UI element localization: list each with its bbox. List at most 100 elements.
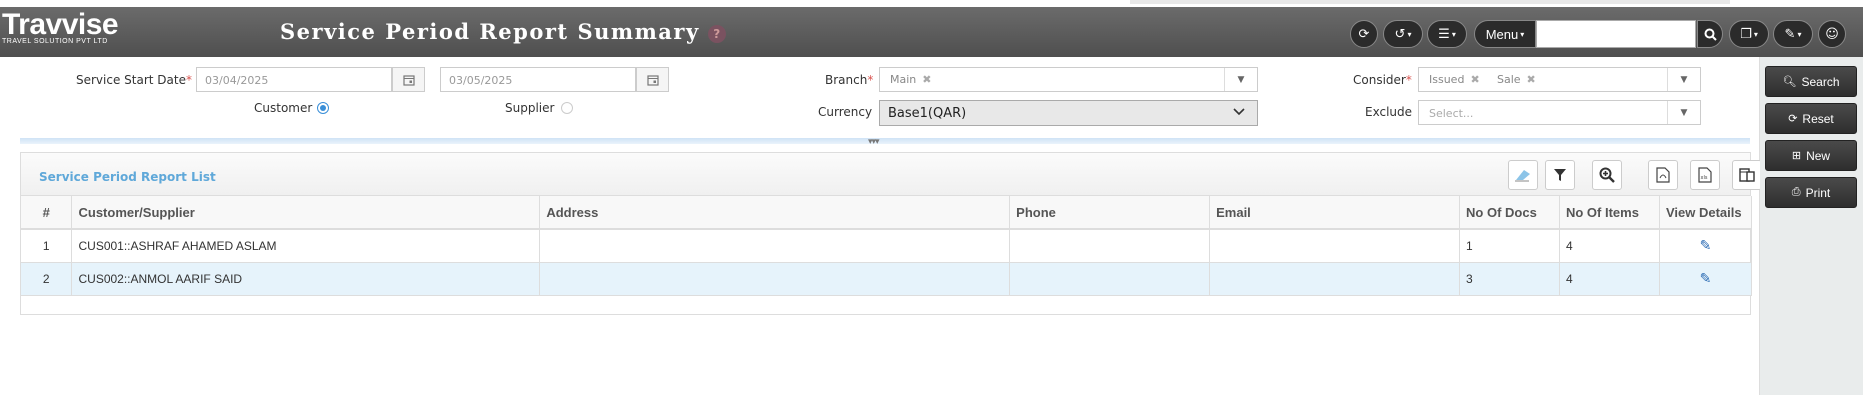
- consider-label-text: Consider: [1353, 73, 1406, 87]
- filter-icon[interactable]: [1545, 160, 1575, 190]
- column-header[interactable]: #: [21, 196, 73, 230]
- report-list-panel: Service Period Report List xls # Custome…: [20, 152, 1762, 315]
- currency-value: Base1(QAR): [888, 106, 967, 121]
- date-from-input[interactable]: 03/04/2025: [196, 67, 392, 92]
- menu-button[interactable]: Menu ▾: [1474, 20, 1536, 48]
- search-button[interactable]: 🔍︎ Search: [1765, 66, 1857, 97]
- help-icon[interactable]: ?: [707, 24, 726, 43]
- service-start-date-label: Service Start Date* ▾: [76, 73, 200, 87]
- theme-dropdown-button[interactable]: ✎ ▾: [1773, 20, 1813, 48]
- items-cell: 4: [1559, 262, 1660, 296]
- supplier-radio[interactable]: [561, 102, 573, 114]
- chevron-down-icon: ▾: [1753, 29, 1758, 39]
- phone-cell: [1009, 262, 1211, 296]
- refresh-icon: ⟳: [1788, 113, 1798, 125]
- clear-filter-icon[interactable]: [1508, 160, 1538, 190]
- address-cell: [539, 262, 1011, 296]
- panel-title: Service Period Report List: [39, 170, 216, 184]
- table-row[interactable]: 1 CUS001::ASHRAF AHAMED ASLAM 1 4 ✎: [21, 229, 1753, 263]
- chevron-down-icon: ▾: [1407, 29, 1412, 39]
- view-details-cell: ✎: [1659, 262, 1753, 296]
- branch-chip[interactable]: Main ✖: [890, 73, 931, 86]
- column-header[interactable]: Customer/Supplier: [71, 196, 541, 230]
- zoom-in-icon[interactable]: [1592, 160, 1622, 190]
- collapse-filters-icon[interactable]: ▾▾▾: [868, 137, 880, 147]
- close-icon[interactable]: ✖: [1470, 73, 1479, 86]
- refresh-icon[interactable]: ⟳: [1350, 20, 1378, 48]
- customer-label: Customer: [254, 101, 313, 115]
- column-header[interactable]: View Details: [1659, 196, 1753, 230]
- consider-chip-label: Issued: [1429, 73, 1465, 86]
- branch-label: Branch*: [825, 73, 873, 87]
- exclude-label: Exclude: [1365, 105, 1413, 119]
- documents-icon: ❐: [1740, 26, 1752, 42]
- column-header[interactable]: Address: [539, 196, 1011, 230]
- table-header-row: # Customer/Supplier Address Phone Email …: [21, 196, 1753, 230]
- svg-text:xls: xls: [1701, 175, 1708, 181]
- app-header: Travvise TRAVEL SOLUTION PVT LTD Service…: [0, 7, 1863, 57]
- column-chooser-icon[interactable]: [1732, 160, 1762, 190]
- search-icon[interactable]: [1697, 20, 1723, 48]
- column-header[interactable]: No Of Items: [1559, 196, 1660, 230]
- table-row[interactable]: 2 CUS002::ANMOL AARIF SAID 3 4 ✎: [21, 262, 1753, 296]
- email-cell: [1209, 229, 1461, 263]
- consider-chip-sale[interactable]: Sale ✖: [1497, 73, 1536, 86]
- pdf-icon[interactable]: [1648, 160, 1678, 190]
- customer-radio[interactable]: [317, 102, 329, 114]
- edit-icon[interactable]: ✎: [1700, 270, 1712, 286]
- logo[interactable]: Travvise TRAVEL SOLUTION PVT LTD: [2, 8, 119, 46]
- date-to-input[interactable]: 03/05/2025: [440, 67, 636, 92]
- top-bar: [1130, 0, 1730, 4]
- email-cell: [1209, 262, 1461, 296]
- consider-chip-issued[interactable]: Issued ✖: [1429, 73, 1480, 86]
- close-icon[interactable]: ✖: [922, 73, 931, 86]
- exclude-placeholder: Select...: [1429, 107, 1474, 120]
- documents-dropdown-button[interactable]: ❐ ▾: [1729, 20, 1769, 48]
- logo-name: Travvise: [2, 8, 119, 41]
- page-title: Service Period Report Summary?: [280, 19, 726, 44]
- supplier-label: Supplier: [505, 101, 555, 115]
- user-icon[interactable]: ☺: [1818, 20, 1846, 48]
- consider-chip-label: Sale: [1497, 73, 1521, 86]
- column-header[interactable]: No Of Docs: [1459, 196, 1560, 230]
- party-cell: CUS002::ANMOL AARIF SAID: [71, 262, 541, 296]
- print-button[interactable]: ⎙ Print: [1765, 177, 1857, 208]
- required-marker: *: [185, 73, 192, 87]
- chevron-down-icon[interactable]: ▼: [1224, 68, 1257, 91]
- new-button[interactable]: ⊞ New: [1765, 140, 1857, 171]
- calendar-icon[interactable]: [636, 67, 669, 92]
- print-button-label: Print: [1805, 185, 1831, 200]
- chevron-down-icon[interactable]: ▼: [1667, 68, 1700, 91]
- branch-select[interactable]: Main ✖ ▼: [879, 67, 1258, 92]
- logo-tagline: TRAVEL SOLUTION PVT LTD: [2, 38, 108, 45]
- exclude-select[interactable]: Select... ▼: [1418, 100, 1701, 125]
- excel-icon[interactable]: xls: [1690, 160, 1720, 190]
- header-search-input[interactable]: [1536, 20, 1696, 48]
- phone-cell: [1009, 229, 1211, 263]
- menu-label: Menu: [1485, 26, 1519, 42]
- edit-icon[interactable]: ✎: [1700, 237, 1712, 253]
- brush-icon: ✎: [1784, 26, 1796, 42]
- currency-select[interactable]: Base1(QAR): [879, 100, 1258, 126]
- filter-divider: [20, 138, 1750, 144]
- chevron-down-icon: ▾: [1797, 29, 1802, 39]
- list-dropdown-button[interactable]: ☰ ▾: [1427, 20, 1467, 48]
- consider-select[interactable]: Issued ✖ Sale ✖ ▼: [1418, 67, 1701, 92]
- currency-label: Currency: [818, 105, 873, 119]
- column-header[interactable]: Email: [1209, 196, 1461, 230]
- column-header[interactable]: Phone: [1009, 196, 1211, 230]
- reset-button[interactable]: ⟳ Reset: [1765, 103, 1857, 134]
- search-button-label: Search: [1801, 74, 1840, 89]
- required-marker: *: [867, 73, 874, 87]
- history-dropdown-button[interactable]: ↺ ▾: [1383, 20, 1423, 48]
- page-title-text: Service Period Report Summary: [280, 19, 700, 44]
- docs-cell: 1: [1459, 229, 1560, 263]
- items-cell: 4: [1559, 229, 1660, 263]
- branch-label-text: Branch: [825, 73, 868, 87]
- close-icon[interactable]: ✖: [1527, 73, 1536, 86]
- calendar-icon[interactable]: [392, 67, 425, 92]
- report-table: # Customer/Supplier Address Phone Email …: [21, 196, 1753, 296]
- chevron-down-icon[interactable]: ▼: [1667, 101, 1700, 124]
- row-number: 1: [21, 229, 73, 263]
- required-marker: *: [1405, 73, 1412, 87]
